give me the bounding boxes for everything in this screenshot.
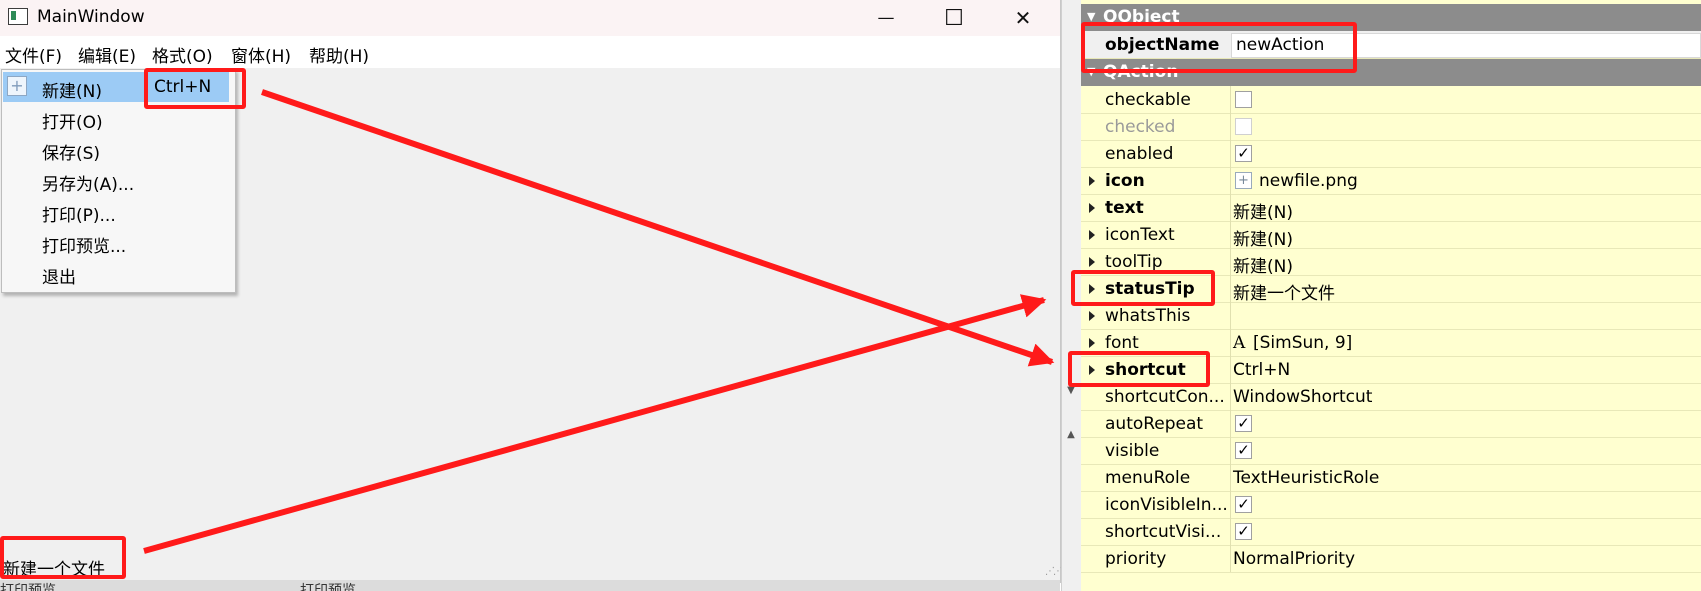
annotation-arrows [143,89,1055,554]
arrow-shortcut [261,89,1055,367]
arrow-statustip [143,294,1047,554]
